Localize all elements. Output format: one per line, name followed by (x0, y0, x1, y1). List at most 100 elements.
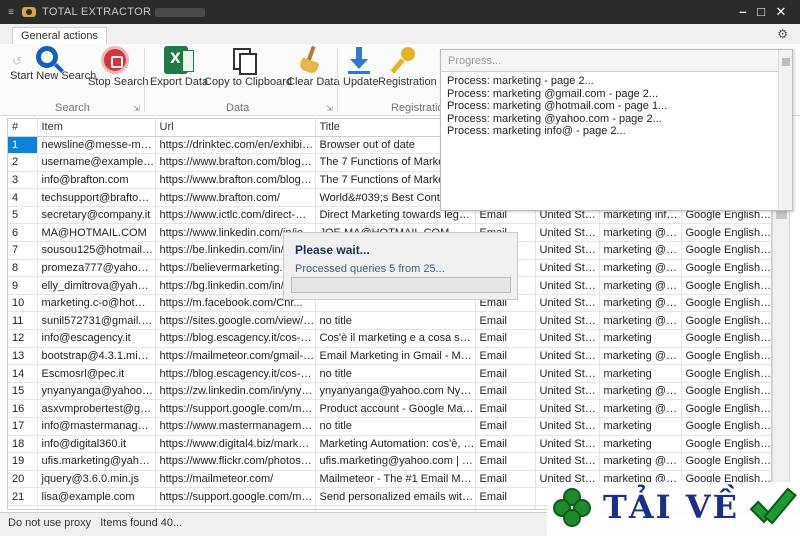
row-number-cell[interactable]: 14 (8, 364, 38, 383)
table-cell[interactable]: https://sites.google.com/view/saimark... (155, 311, 316, 331)
table-cell[interactable]: marketing @yahoo... (599, 259, 682, 278)
table-cell[interactable]: Email (475, 311, 536, 331)
table-cell[interactable]: jquery@3.6.0.min.js (37, 470, 156, 489)
search-group-launcher-icon[interactable]: ⇲ (133, 104, 140, 113)
table-cell[interactable]: ... (37, 505, 156, 509)
table-cell[interactable]: marketing @hotm... (599, 223, 682, 243)
row-number-cell[interactable]: 20 (8, 470, 38, 489)
table-cell[interactable]: United States (535, 311, 600, 331)
table-row[interactable]: 13 bootstrap@4.3.1.min.css https://mailmet… (8, 347, 771, 366)
table-cell[interactable]: Email (475, 435, 536, 454)
table-cell[interactable]: marketing @yahoo... (599, 276, 682, 295)
table-row[interactable]: 18 info@digital360.it https://www.digital4… (8, 435, 771, 454)
table-cell[interactable]: United States (535, 399, 600, 418)
table-cell[interactable]: https://zw.linkedin.com/in/ynyanyang... (155, 382, 316, 401)
table-cell[interactable]: Email (475, 347, 536, 366)
table-cell[interactable]: United States (535, 452, 600, 471)
table-cell[interactable]: Google English. ... (681, 417, 771, 436)
table-cell[interactable] (315, 505, 476, 509)
tab-general-actions[interactable]: General actions (12, 27, 108, 45)
table-row[interactable]: 11 sunil572731@gmail.com https://sites.goo… (8, 311, 771, 331)
table-cell[interactable]: Email (475, 487, 536, 506)
table-cell[interactable]: Email Marketing in Gmail - Mailmeteor (315, 347, 476, 366)
table-cell[interactable]: Google English. ... (681, 382, 771, 401)
table-cell[interactable] (155, 505, 316, 509)
table-cell[interactable]: secretary@company.it (37, 206, 156, 225)
scrollbar-thumb[interactable] (782, 58, 790, 66)
maximize-button[interactable]: □ (753, 4, 769, 20)
table-cell[interactable]: asxvmprobertest@gmail.com (37, 399, 156, 418)
table-cell[interactable]: https://blog.escagency.it/cos-e-il-mark.… (155, 364, 316, 383)
progress-scrollbar[interactable] (778, 50, 792, 210)
row-number-cell[interactable]: 8 (8, 259, 38, 278)
table-cell[interactable]: marketing @hotm... (599, 294, 682, 313)
row-number-cell[interactable]: 16 (8, 399, 38, 418)
table-row[interactable]: 19ufis.marketing@yahoo.comhttps://www.fl… (8, 452, 771, 471)
row-number-cell[interactable]: 5 (8, 206, 38, 225)
table-cell[interactable]: United States (535, 259, 600, 278)
table-cell[interactable]: ynyanyanga@yahoo.com Nyanyanga -... (315, 382, 476, 401)
export-data-button[interactable]: Export Data (150, 46, 208, 88)
table-cell[interactable]: United States (535, 276, 600, 295)
row-number-cell[interactable]: 11 (8, 311, 38, 331)
table-cell[interactable]: https://www.ictlc.com/direct-marketin... (155, 206, 316, 225)
column-header-item[interactable]: Item (37, 119, 156, 137)
table-cell[interactable]: United States (535, 347, 600, 366)
table-cell[interactable]: United States (535, 382, 600, 401)
table-cell[interactable]: MA@HOTMAIL.COM (37, 223, 156, 243)
table-cell[interactable]: United States (535, 435, 600, 454)
table-cell[interactable]: sousou125@hotmail.com (37, 241, 156, 260)
table-cell[interactable]: ufis.marketing@yahoo.com | Flickr - sni.… (315, 452, 476, 471)
table-cell[interactable]: https://www.flickr.com/photos/96661... (155, 452, 316, 471)
table-cell[interactable]: Mailmeteor - The #1 Email Marketing P... (315, 470, 476, 489)
table-cell[interactable]: United States (535, 417, 600, 436)
table-cell[interactable]: info@brafton.com (37, 171, 156, 190)
table-cell[interactable]: United States (535, 294, 600, 313)
copy-to-clipboard-button[interactable]: Copy to Clipboard (204, 46, 292, 88)
table-cell[interactable]: bootstrap@4.3.1.min.css (37, 347, 156, 366)
table-cell[interactable]: marketing.c-o@hotmail.com (37, 294, 156, 313)
table-cell[interactable]: marketing (599, 417, 682, 436)
start-new-search-button[interactable]: Start New Search (10, 46, 96, 82)
table-cell[interactable]: https://www.brafton.com/blog/conten... (155, 171, 316, 190)
table-cell[interactable]: United States (535, 364, 600, 383)
table-row[interactable]: 15 ynyanyanga@yahoo.com https://zw.linkedi… (8, 382, 771, 401)
table-cell[interactable]: promeza777@yahoo.com (37, 259, 156, 278)
row-number-cell[interactable]: 19 (8, 452, 38, 471)
close-button[interactable]: ✕ (773, 4, 789, 20)
table-cell[interactable]: Send personalized emails with mail mer..… (315, 487, 476, 506)
table-cell[interactable]: username@example.com (37, 153, 156, 172)
table-cell[interactable]: no title (315, 364, 476, 383)
row-number-cell[interactable]: 2 (8, 153, 38, 172)
registration-button[interactable]: Registration (378, 46, 437, 88)
table-cell[interactable]: marketing (599, 329, 682, 348)
table-cell[interactable]: Google English. ... (681, 329, 771, 348)
table-cell[interactable]: Google English. ... (681, 452, 771, 471)
table-cell[interactable]: Google English. ... (681, 276, 771, 295)
table-cell[interactable]: https://support.google.com/marketing... (155, 399, 316, 418)
table-cell[interactable]: Google English. ... (681, 399, 771, 418)
row-number-cell[interactable]: 12 (8, 329, 38, 348)
clear-data-button[interactable]: Clear Data (287, 46, 340, 88)
table-cell[interactable]: https://blog.escagency.it/cos-e-il-mark.… (155, 329, 316, 348)
table-cell[interactable]: https://support.google.com/mail/answ... (155, 487, 316, 506)
system-menu-icon[interactable]: ≡ (0, 7, 22, 18)
table-cell[interactable]: Email (475, 329, 536, 348)
table-cell[interactable]: ufis.marketing@yahoo.com (37, 452, 156, 471)
table-cell[interactable]: https://www.brafton.com/ (155, 188, 316, 207)
row-number-cell[interactable]: 17 (8, 417, 38, 436)
table-cell[interactable]: Email (475, 399, 536, 418)
table-cell[interactable]: Google English. ... (681, 241, 771, 260)
table-cell[interactable]: info@digital360.it (37, 435, 156, 454)
table-cell[interactable]: United States (535, 241, 600, 260)
row-number-cell[interactable]: 4 (8, 188, 38, 207)
table-cell[interactable]: newsline@messe-muenche... (37, 136, 156, 155)
table-cell[interactable]: marketing @gmai... (599, 347, 682, 366)
table-cell[interactable]: https://mailmeteor.com/ (155, 470, 316, 489)
table-cell[interactable]: Google English. ... (681, 259, 771, 278)
table-cell[interactable]: Email (475, 470, 536, 489)
column-header-number[interactable]: # (8, 119, 38, 137)
table-cell[interactable]: Email (475, 417, 536, 436)
row-number-cell[interactable]: 13 (8, 347, 38, 366)
table-row[interactable]: 17info@mastermanagement.ithttps://www.ma… (8, 417, 771, 436)
